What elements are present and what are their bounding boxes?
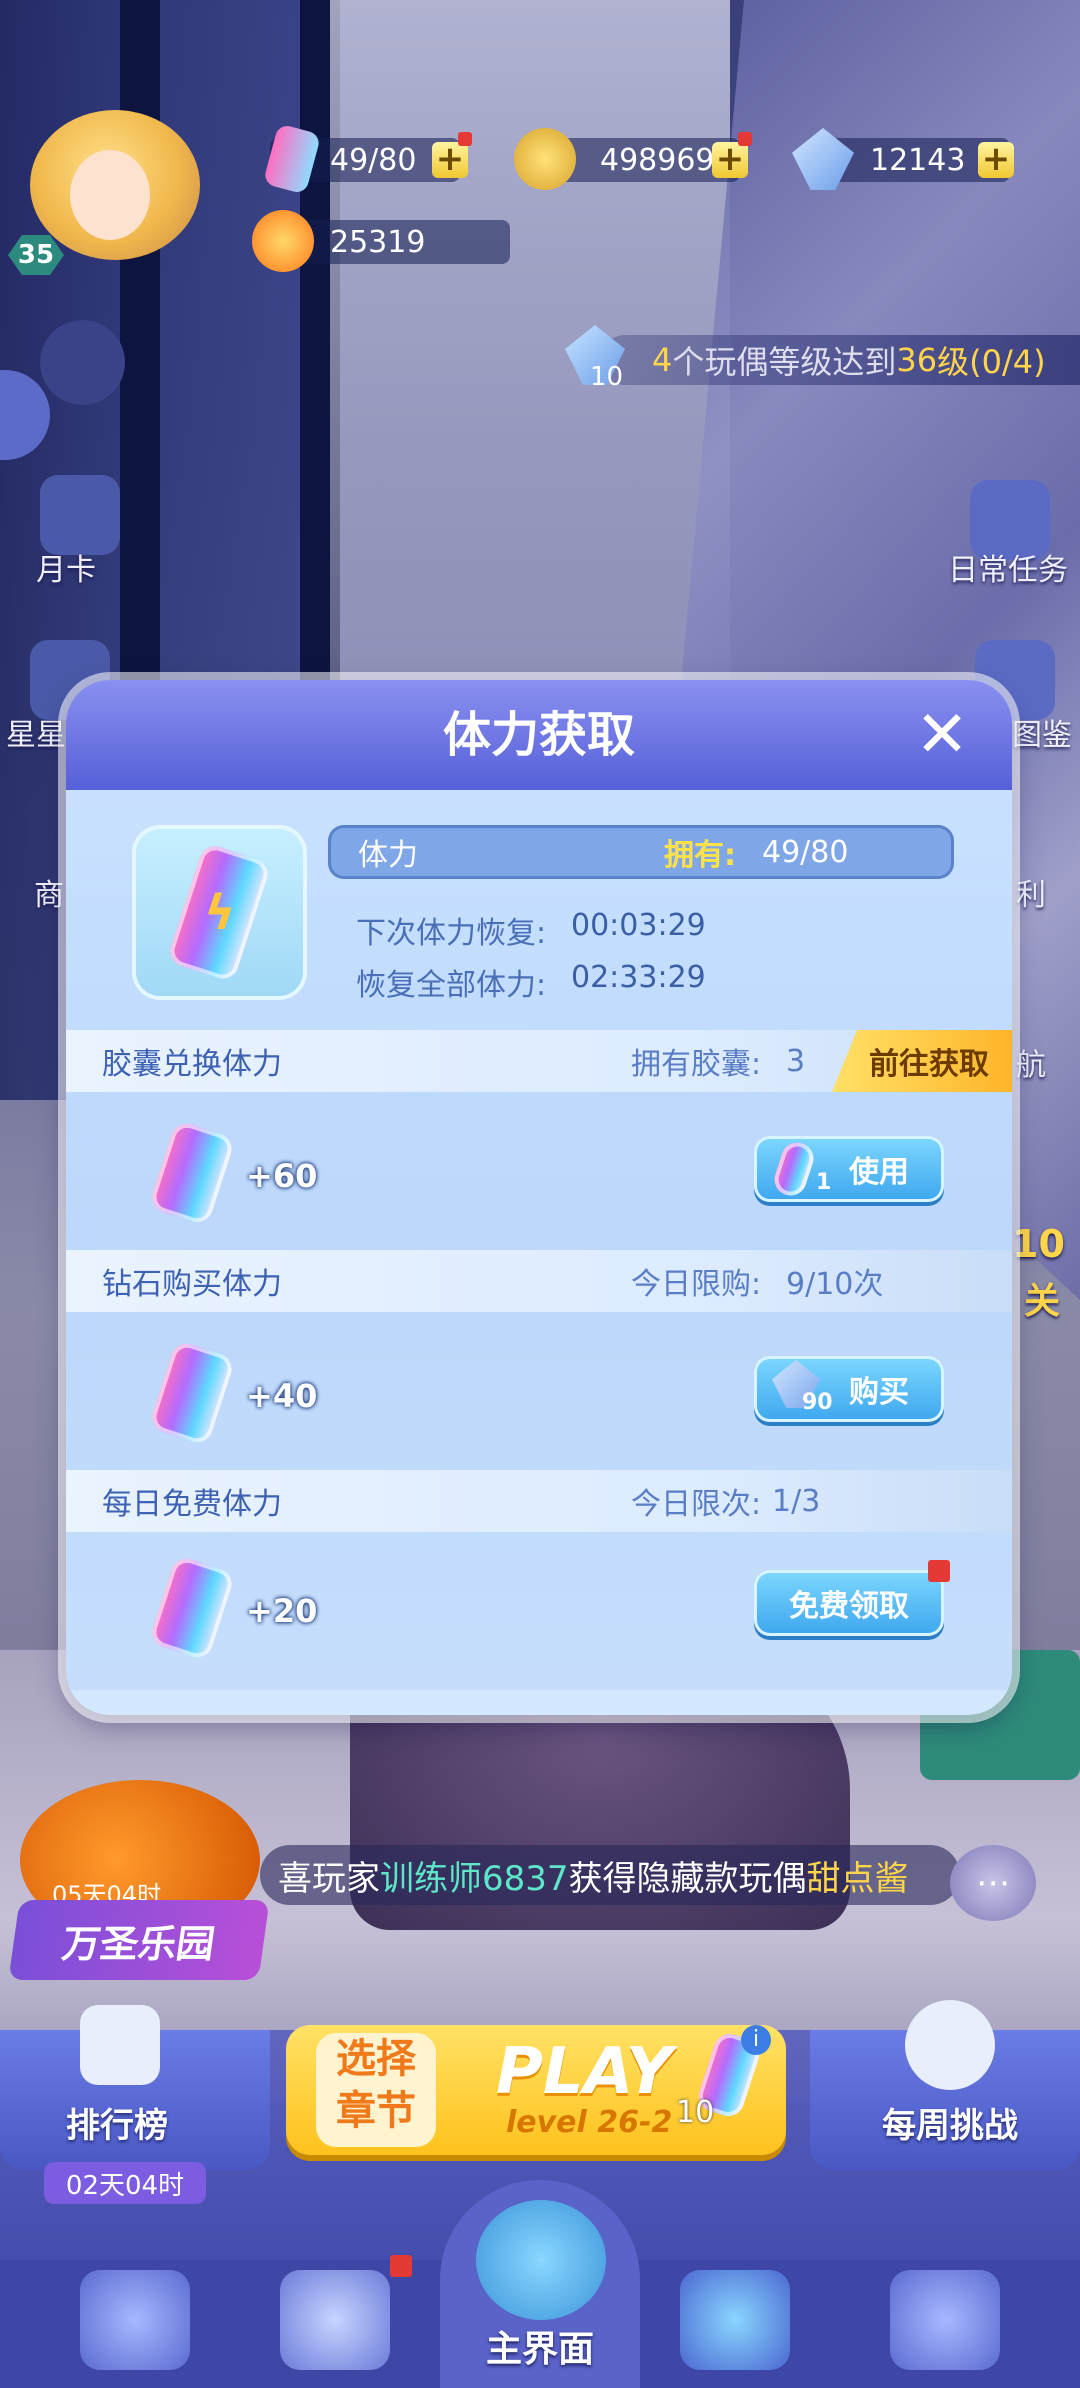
trophy-counter: 25319 [252, 210, 510, 272]
add-gems-button[interactable]: + [978, 142, 1014, 178]
gain-amount: +20 [246, 1592, 318, 1630]
diamond-section-header: 钻石购买体力 今日限购: 9/10次 [66, 1250, 1012, 1312]
section-limit-value: 9/10次 [786, 1267, 884, 1302]
section-limit-label: 今日限购: [631, 1267, 762, 1302]
level-suffix-label: 关 [1024, 1281, 1061, 1322]
owned-value: 49/80 [762, 834, 849, 870]
next-recover-value: 00:03:29 [571, 908, 706, 943]
next-recover-label: 下次体力恢复: [356, 916, 547, 951]
notification-flag [928, 1560, 950, 1582]
diamond-section-body: +40 90 购买 [66, 1312, 1012, 1470]
notice-prefix: 喜玩家 [278, 1858, 380, 1899]
section-title: 每日免费体力 [102, 1487, 282, 1522]
free-claim-button[interactable]: 免费领取 [754, 1570, 944, 1636]
choose-line2: 章节 [336, 2088, 416, 2134]
flame-icon [252, 210, 314, 272]
owned-label: 拥有: [664, 838, 736, 873]
dice-icon[interactable] [40, 320, 125, 405]
mission-text: 个玩偶等级达到 [672, 343, 897, 381]
stamina-item-frame: ϟ [132, 825, 307, 1000]
play-button[interactable]: 选择 章节 PLAY level 26-2 10 i [286, 2025, 786, 2155]
add-stamina-button[interactable]: + [432, 142, 468, 178]
capsule-section-body: +60 1 使用 [66, 1092, 1012, 1250]
nav-whistle-icon[interactable] [280, 2270, 390, 2370]
buy-label: 购买 [849, 1375, 909, 1410]
choose-chapter-button[interactable]: 选择 章节 [316, 2033, 436, 2147]
use-button[interactable]: 1 使用 [754, 1136, 944, 1202]
notification-flag [390, 2255, 412, 2277]
full-recover-value: 02:33:29 [571, 960, 706, 995]
full-recover-label: 恢复全部体力: [356, 968, 547, 1003]
goto-obtain-button[interactable]: 前往获取 [832, 1030, 1012, 1092]
ranking-timer: 02天04时 [44, 2162, 206, 2204]
play-cost: 10 [676, 2095, 715, 2130]
star-shop-label: 星星 [6, 718, 66, 753]
mission-progress: 级(0/4) [937, 343, 1046, 381]
modal-title: 体力获取 [442, 707, 635, 763]
shop-label: 商 [34, 878, 64, 913]
nav-slot-machine-icon[interactable] [890, 2270, 1000, 2370]
stamina-modal: 体力获取 ✕ ϟ 体力 拥有: 49/80 下次体力恢复: 00:03:29 恢… [66, 680, 1012, 1715]
stamina-capsule-icon [148, 1119, 236, 1227]
collection-label: 图鉴 [1012, 718, 1072, 753]
gain-amount: +60 [246, 1157, 318, 1195]
stamina-label: 体力 [358, 838, 418, 873]
capsule-icon [770, 1138, 818, 1200]
mission-count: 4 [652, 341, 673, 379]
notification-flag [458, 132, 472, 146]
section-limit-value: 1/3 [772, 1483, 821, 1519]
stamina-capsule-icon [148, 1339, 236, 1447]
ranking-label: 排行榜 [66, 2106, 168, 2146]
avatar-face [70, 150, 150, 240]
notification-flag [738, 132, 752, 146]
play-level: level 26-2 [506, 2105, 673, 2140]
add-coins-button[interactable]: + [712, 142, 748, 178]
daily-tasks-label: 日常任务 [948, 553, 1068, 588]
mission-gem-count: 10 [590, 362, 624, 392]
voyage-label: 航 [1016, 1048, 1046, 1083]
broadcast-notice: 喜玩家 训练师6837 获得隐藏款玩偶 甜点酱 [260, 1845, 960, 1905]
info-icon[interactable]: i [741, 2025, 771, 2055]
section-limit-label: 拥有胶囊: [631, 1047, 762, 1082]
notice-item: 甜点酱 [806, 1858, 909, 1899]
choose-line1: 选择 [336, 2036, 416, 2082]
section-limit-value: 3 [786, 1043, 806, 1079]
buy-cost: 90 [802, 1390, 833, 1415]
weekly-challenge-icon [905, 2000, 995, 2090]
free-section-body: +20 免费领取 [66, 1532, 1012, 1690]
notice-middle: 获得隐藏款玩偶 [568, 1858, 807, 1899]
section-limit-label: 今日限次: [631, 1487, 762, 1522]
free-claim-label: 免费领取 [789, 1589, 909, 1624]
use-count: 1 [816, 1170, 832, 1195]
home-label: 主界面 [485, 2329, 594, 2370]
notice-player: 训练师6837 [380, 1858, 569, 1899]
stamina-status-bar: 体力 拥有: 49/80 [328, 825, 954, 879]
chat-icon[interactable]: ⋯ [950, 1845, 1036, 1921]
use-label: 使用 [849, 1155, 909, 1190]
ranking-icon [80, 2005, 160, 2085]
lightning-icon: ϟ [204, 885, 236, 941]
halloween-event-button[interactable]: 万圣乐园 [8, 1900, 270, 1980]
weekly-challenge-label: 每周挑战 [882, 2106, 1018, 2146]
play-label: PLAY [496, 2035, 673, 2109]
level-count-label: 10 [1012, 1222, 1065, 1266]
welfare-label: 利 [1016, 878, 1046, 913]
coin-icon [514, 128, 576, 190]
home-icon[interactable] [476, 2200, 606, 2320]
section-title: 胶囊兑换体力 [102, 1047, 282, 1082]
monthly-card-icon[interactable] [40, 475, 120, 555]
section-title: 钻石购买体力 [102, 1267, 282, 1302]
close-icon[interactable]: ✕ [912, 703, 972, 767]
mission-level: 36 [896, 341, 938, 379]
free-section-header: 每日免费体力 今日限次: 1/3 [66, 1470, 1012, 1532]
monthly-card-label: 月卡 [36, 553, 96, 588]
coin-counter: 498969 [514, 128, 740, 190]
nav-trophy-icon[interactable] [680, 2270, 790, 2370]
capsule-section-header: 胶囊兑换体力 拥有胶囊: 3 前往获取 [66, 1030, 1012, 1092]
mission-banner[interactable]: 4 个玩偶等级达到 36 级(0/4) [600, 335, 1080, 385]
stamina-capsule-icon [148, 1554, 236, 1662]
gain-amount: +40 [246, 1377, 318, 1415]
buy-button[interactable]: 90 购买 [754, 1356, 944, 1422]
nav-gacha-icon[interactable] [80, 2270, 190, 2370]
